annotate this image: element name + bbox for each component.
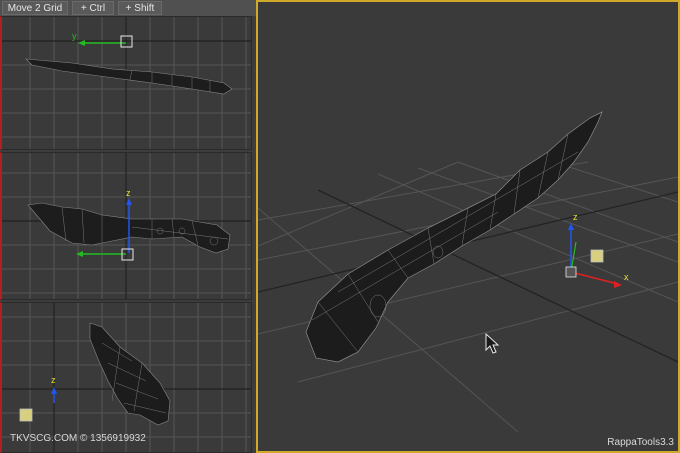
- toolbar: Move 2 Grid + Ctrl + Shift: [0, 0, 256, 16]
- shift-button[interactable]: + Shift: [118, 1, 162, 15]
- viewport-left[interactable]: z TKVSCG.COM © 1356919932: [0, 302, 252, 453]
- front-axis-z-label: z: [126, 188, 131, 198]
- viewport-top[interactable]: y: [0, 16, 252, 150]
- gizmo-plane-handle[interactable]: [19, 408, 33, 422]
- persp-gizmo-center[interactable]: [565, 266, 577, 278]
- svg-text:y: y: [72, 31, 77, 41]
- plugin-label: RappaTools3.3: [607, 437, 674, 448]
- persp-axis-z-label: z: [573, 212, 578, 222]
- viewport-front-canvas: z: [2, 153, 251, 299]
- viewport-front[interactable]: z: [0, 152, 252, 300]
- knife-mesh-perspective: [305, 111, 603, 363]
- ctrl-button[interactable]: + Ctrl: [72, 1, 114, 15]
- viewport-top-canvas: y: [2, 17, 251, 149]
- watermark-text: TKVSCG.COM © 1356919932: [10, 433, 146, 444]
- left-axis-z-label: z: [51, 375, 56, 385]
- mouse-cursor-icon: [485, 332, 500, 354]
- persp-gizmo-plane-handle[interactable]: [590, 249, 604, 263]
- persp-axis-x-label: x: [624, 272, 629, 282]
- viewport-perspective-canvas: z x: [258, 111, 678, 433]
- move-2-grid-button[interactable]: Move 2 Grid: [2, 1, 68, 15]
- viewport-left-canvas: z: [2, 303, 251, 452]
- viewport-perspective[interactable]: z x RappaTools3.3: [256, 0, 680, 453]
